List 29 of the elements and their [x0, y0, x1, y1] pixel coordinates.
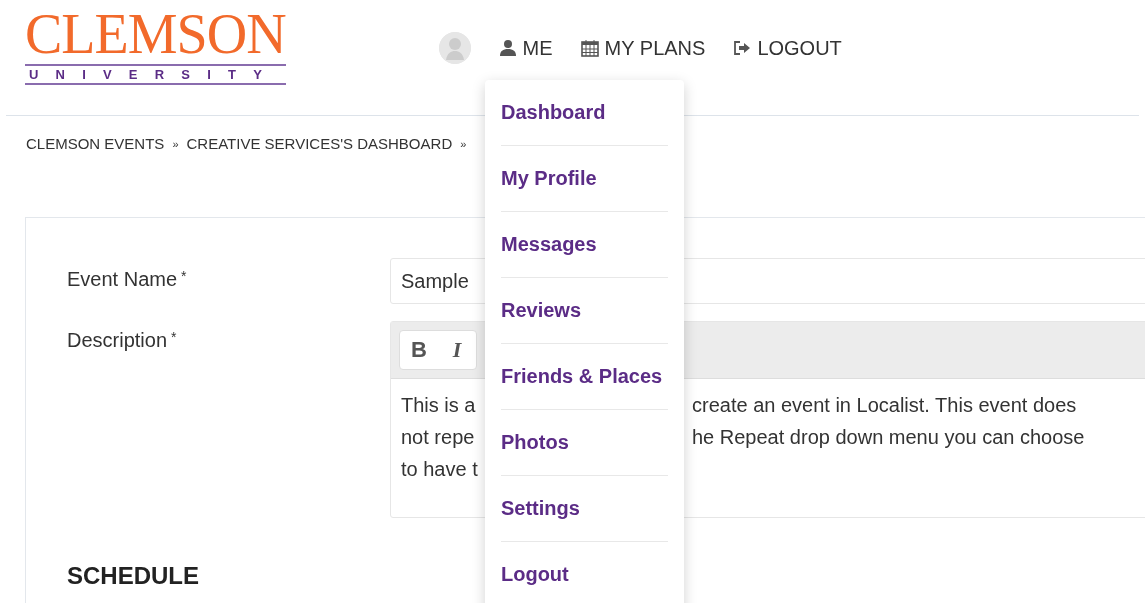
menu-item[interactable]: Logout — [501, 541, 668, 603]
description-text: create an event in Localist. This event does — [692, 393, 1078, 418]
menu-item[interactable]: Dashboard — [501, 79, 668, 146]
bold-button[interactable]: B — [400, 336, 438, 364]
description-text: not repe — [401, 425, 476, 450]
clemson-logo[interactable]: CLEMSON UNIVERSITY — [25, 8, 286, 85]
menu-item[interactable]: My Profile — [501, 145, 668, 212]
breadcrumb-link[interactable]: CREATIVE SERVICES'S DASHBOARD — [186, 135, 453, 152]
logout-icon — [733, 39, 752, 57]
nav-link[interactable]: LOGOUT — [733, 36, 842, 60]
nav-link[interactable]: MY PLANS — [580, 36, 706, 60]
description-text: This is a — [401, 393, 477, 418]
nav-link[interactable]: ME — [498, 36, 553, 60]
menu-item[interactable]: Reviews — [501, 277, 668, 344]
breadcrumb-separator: » — [172, 137, 179, 150]
description-text: to have t — [401, 457, 479, 482]
menu-item[interactable]: Messages — [501, 211, 668, 278]
menu-item[interactable]: Friends & Places — [501, 343, 668, 410]
field-label: Description * — [67, 329, 177, 351]
field-label: Event Name * — [67, 268, 187, 290]
calendar-icon — [580, 39, 599, 57]
breadcrumb-separator: » — [460, 137, 467, 150]
italic-button[interactable]: I — [438, 336, 476, 364]
user-icon — [498, 39, 517, 57]
menu-item[interactable]: Settings — [501, 475, 668, 542]
section-heading: SCHEDULE — [67, 562, 199, 589]
breadcrumb-link[interactable]: CLEMSON EVENTS — [26, 135, 165, 152]
menu-item[interactable]: Photos — [501, 409, 668, 476]
description-text: he Repeat drop down menu you can choose — [692, 425, 1086, 450]
